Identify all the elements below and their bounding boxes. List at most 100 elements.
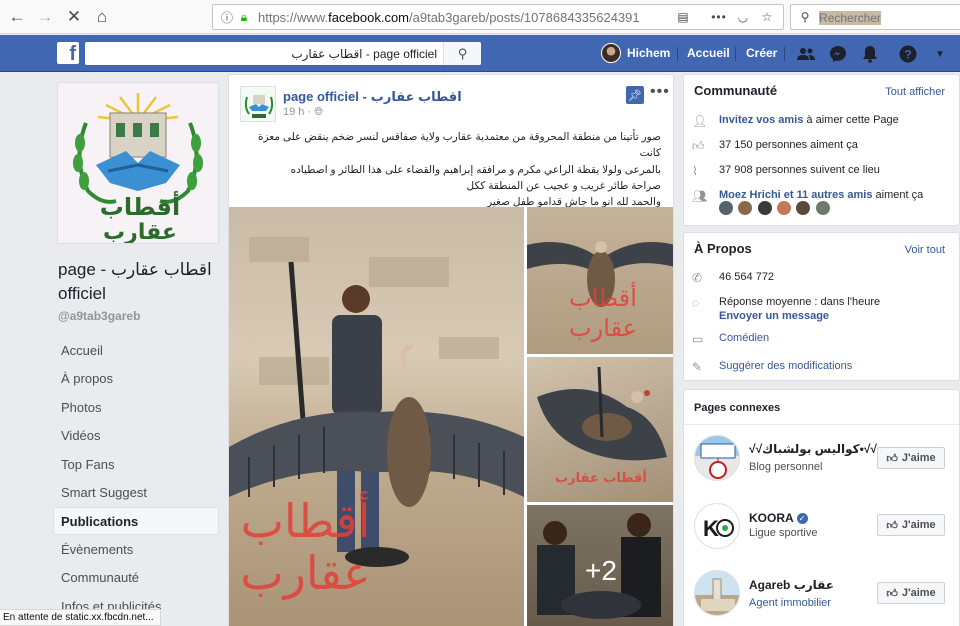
related-page-name[interactable]: KOORA ✓ (749, 511, 808, 525)
facebook-search-input[interactable]: page officiel - اقطاب عقارب ⚲ (85, 42, 481, 65)
phone-icon: ✆ (692, 271, 703, 285)
related-page-avatar[interactable] (694, 570, 740, 616)
thumbs-up-icon: 👍︎ (692, 139, 705, 153)
url-text: https://www.facebook.com/a9tab3gareb/pos… (258, 10, 640, 25)
photo-more[interactable]: +2 (527, 505, 673, 626)
help-icon[interactable]: ? (898, 44, 918, 64)
url-bar[interactable]: ⓘ 🔒︎ https://www.facebook.com/a9tab3gare… (212, 4, 784, 30)
menu-item-publications[interactable]: Publications (53, 507, 219, 536)
search-icon: ⚲ (457, 45, 468, 61)
lock-icon[interactable]: 🔒︎ (236, 9, 252, 25)
info-icon[interactable]: ⓘ (219, 9, 235, 25)
about-see-all-link[interactable]: Voir tout (905, 244, 945, 256)
like-page-button[interactable]: 👍︎ J'aime (877, 582, 945, 604)
rss-follow-icon: ⌇ (692, 164, 698, 178)
back-icon[interactable]: ← (6, 6, 28, 28)
divider (784, 47, 785, 61)
avatar[interactable] (757, 201, 772, 215)
related-page-category[interactable]: Agent immobilier (749, 597, 831, 609)
menu-item-top-fans[interactable]: Top Fans (53, 451, 219, 479)
send-message-link[interactable]: Envoyer un message (719, 310, 829, 322)
user-avatar[interactable] (601, 43, 621, 63)
verified-badge-icon: ✓ (796, 513, 808, 525)
invite-friends-link[interactable]: Invitez vos amis (719, 114, 803, 126)
community-title: Communauté (694, 83, 778, 98)
stop-loading-icon[interactable]: ✕ (63, 6, 85, 28)
related-page-avatar[interactable]: K (694, 503, 740, 549)
related-page-name[interactable]: Agareb عقارب (749, 578, 834, 592)
browser-status-bar: En attente de static.xx.fbcdn.net... (0, 609, 161, 626)
post-text: صور تأتينا من منطقة المحروقة من معتمدية … (257, 131, 661, 209)
avatar[interactable] (719, 201, 733, 215)
category-icon: ▭ (692, 332, 704, 346)
home-link[interactable]: Accueil (687, 46, 730, 60)
page-logo-icon: أقطاب عقارب (58, 83, 218, 244)
friend-requests-icon[interactable] (796, 44, 816, 64)
watermark: أقطاب عقارب (240, 494, 371, 600)
bookmark-star-icon[interactable]: ☆ (759, 9, 775, 25)
related-page-name[interactable]: √√كواليس بولشباك•√√ (749, 442, 877, 456)
related-page-avatar[interactable] (694, 435, 740, 481)
watermark: أقطاب عقارب (569, 284, 637, 342)
user-profile-link[interactable]: Hichem (627, 46, 670, 60)
photo-vulture-ground[interactable]: أقطاب عقارب (527, 357, 673, 502)
thumbs-up-icon: 👍︎ (886, 452, 898, 465)
notifications-bell-icon[interactable] (860, 44, 880, 64)
avatar[interactable] (815, 201, 830, 215)
menu-item-smart-suggest[interactable]: Smart Suggest (53, 479, 219, 507)
pocket-icon[interactable]: ◡ (735, 9, 751, 25)
page-handle[interactable]: @a9tab3gareb (58, 309, 140, 323)
forward-icon[interactable]: → (34, 6, 56, 28)
facebook-header: f page officiel - اقطاب عقارب ⚲ Hichem A… (0, 35, 960, 72)
related-pages-card: Pages connexes √√كواليس بولشباك•√√ Blog … (683, 389, 960, 626)
follows-row: ⌇ 37 908 personnes suivent ce lieu (692, 164, 880, 178)
menu-item-home[interactable]: Accueil (53, 337, 219, 365)
create-link[interactable]: Créer (746, 46, 777, 60)
photo-main[interactable]: أقطاب عقارب (229, 207, 524, 626)
about-title: À Propos (694, 241, 752, 256)
svg-text:أقطاب: أقطاب (100, 191, 180, 221)
more-photos-overlay[interactable]: +2 (527, 505, 673, 626)
friends-like-link[interactable]: Moez Hrichi et 11 autres amis (719, 189, 872, 201)
post-options-icon[interactable]: ••• (650, 83, 670, 101)
post-timestamp[interactable]: 19 h · 🌐︎ (283, 106, 323, 119)
messenger-icon[interactable] (828, 44, 848, 64)
community-see-all-link[interactable]: Tout afficher (885, 86, 945, 98)
menu-item-events[interactable]: Évènements (53, 536, 219, 564)
page-actions-icon[interactable]: ••• (711, 9, 727, 25)
like-page-button[interactable]: 👍︎ J'aime (877, 514, 945, 536)
related-page-category: Blog personnel (749, 461, 823, 473)
menu-item-photos[interactable]: Photos (53, 394, 219, 422)
category-row: ▭ Comédien (692, 332, 769, 346)
page-profile-picture[interactable]: أقطاب عقارب (57, 82, 219, 244)
menu-item-videos[interactable]: Vidéos (53, 422, 219, 450)
avatar[interactable] (738, 201, 753, 215)
search-button[interactable]: ⚲ (443, 42, 481, 65)
divider (735, 47, 736, 61)
minaret-icon (701, 578, 735, 611)
avatar[interactable] (796, 201, 811, 215)
browser-search-input[interactable]: ⚲ Rechercher (790, 4, 960, 30)
page-title: page - اقطاب عقارب officiel (58, 260, 212, 303)
account-menu-chevron-down-icon[interactable]: ▼ (930, 44, 950, 64)
facebook-logo-icon[interactable]: f (57, 42, 79, 64)
suggest-edits-link[interactable]: Suggérer des modifications (719, 360, 852, 372)
post-card: page officiel - اقطاب عقارب 19 h · 🌐︎ 📌︎ … (228, 74, 674, 626)
post-author-link[interactable]: page officiel - اقطاب عقارب (283, 89, 462, 105)
page-navigation-menu: Accueil À propos Photos Vidéos Top Fans … (53, 337, 219, 621)
home-icon[interactable]: ⌂ (91, 6, 113, 28)
menu-item-about[interactable]: À propos (53, 365, 219, 393)
thumbs-up-icon: 👍︎ (886, 587, 898, 600)
category-link[interactable]: Comédien (719, 332, 769, 344)
menu-item-community[interactable]: Communauté (53, 564, 219, 592)
pinned-post-icon[interactable]: 📌︎ (626, 86, 644, 104)
post-author-avatar[interactable] (240, 86, 276, 122)
photo-wings-spread[interactable]: أقطاب عقارب (527, 207, 673, 354)
avatar[interactable] (777, 201, 792, 215)
reader-view-icon[interactable]: ▤ (675, 9, 691, 25)
divider (684, 424, 959, 425)
svg-text:عقارب: عقارب (103, 220, 177, 244)
community-card: Communauté Tout afficher 👤︎ Invitez vos … (683, 74, 960, 226)
like-page-button[interactable]: 👍︎ J'aime (877, 447, 945, 469)
suggest-edits-row: ✎ Suggérer des modifications (692, 360, 852, 374)
